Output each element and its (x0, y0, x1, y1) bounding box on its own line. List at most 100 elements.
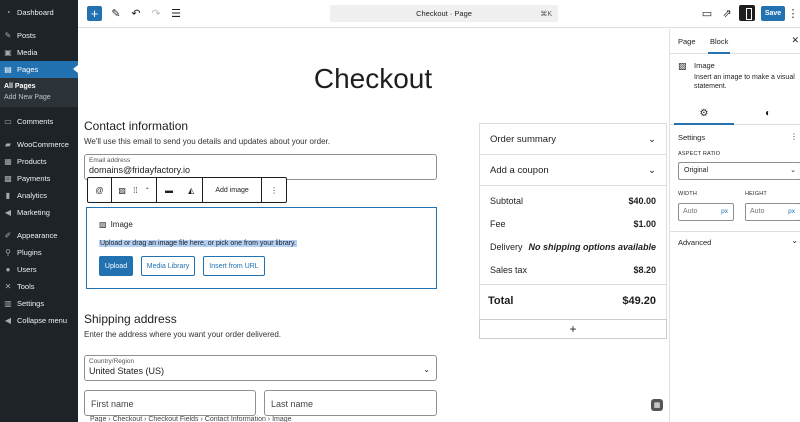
tab-block[interactable]: Block (707, 37, 731, 54)
triangle-icon[interactable]: ◭ (188, 186, 194, 195)
users-icon: ● (5, 265, 11, 274)
email-label: Email address (89, 157, 131, 164)
sidebar-item-users[interactable]: ● Users (0, 261, 78, 278)
width-input[interactable]: Auto px (678, 203, 734, 221)
delivery-row: Delivery No shipping options available (490, 242, 656, 252)
document-overview-icon[interactable]: ☰ (168, 5, 184, 21)
pages-submenu: All Pages Add New Page (0, 78, 78, 107)
width-label: WIDTH (678, 191, 698, 197)
sidebar-item-settings[interactable]: ▥ Settings (0, 295, 78, 312)
block-inserter-button[interactable]: + (87, 6, 102, 21)
settings-gear-icon[interactable]: ⚙ (674, 105, 734, 125)
settings-sidebar-toggle-icon[interactable] (739, 5, 755, 21)
first-name-field[interactable]: First name (84, 390, 256, 416)
block-breadcrumbs[interactable]: Page › Checkout › Checkout Fields › Cont… (78, 416, 668, 422)
settings-section-title[interactable]: Settings (678, 133, 705, 142)
submenu-add-new-page[interactable]: Add New Page (0, 92, 78, 103)
email-value: domains@fridayfactory.io (89, 165, 191, 175)
aspect-ratio-select[interactable]: Original ⌄ (678, 162, 800, 180)
add-coupon-toggle[interactable]: Add a coupon ⌄ (490, 165, 656, 176)
sidebar-item-appearance[interactable]: ✐ Appearance (0, 227, 78, 244)
sidebar-item-pages[interactable]: ▤ Pages (0, 61, 78, 78)
styles-contrast-icon[interactable]: ◐ (738, 105, 798, 121)
settings-icon: ▥ (4, 299, 12, 308)
sidebar-item-comments[interactable]: ▭ Comments (0, 113, 78, 130)
submenu-all-pages[interactable]: All Pages (0, 81, 78, 92)
editor-app: ◔ Dashboard ✎ Posts ▣ Media ▤ Pages All … (0, 0, 800, 422)
country-label: Country/Region (89, 358, 135, 365)
block-options-icon[interactable]: ⋮ (262, 178, 286, 202)
image-block-toolbar: @ ▨ ⁞⁞ ⌃ ▬ ◭ Add image ⋮ (87, 177, 287, 203)
block-mover: ▨ ⁞⁞ ⌃ (112, 178, 158, 202)
last-name-field[interactable]: Last name (264, 390, 437, 416)
chevron-down-icon: ⌄ (648, 134, 656, 145)
country-select[interactable]: Country/Region United States (US) ⌄ (84, 355, 437, 381)
tools-pencil-icon[interactable]: ✎ (108, 5, 124, 21)
save-button[interactable]: Save (761, 6, 785, 21)
plugin-icon: ⚲ (5, 248, 11, 257)
contact-section-title[interactable]: Contact information (84, 119, 188, 133)
close-icon[interactable]: ✕ (791, 35, 799, 46)
redo-icon[interactable]: ↷ (148, 5, 164, 21)
image-block-hint: Upload or drag an image file here, or pi… (99, 240, 297, 247)
sidebar-item-plugins[interactable]: ⚲ Plugins (0, 244, 78, 261)
fee-row: Fee $1.00 (490, 219, 656, 229)
height-label: HEIGHT (745, 191, 767, 197)
device-preview-icon[interactable]: ▭ (699, 5, 715, 21)
comment-icon: ▭ (4, 117, 12, 126)
document-title-bar[interactable]: Checkout · Page ⌘K (330, 5, 558, 22)
last-name-placeholder: Last name (271, 399, 314, 409)
upload-button[interactable]: Upload (99, 256, 133, 276)
add-image-button[interactable]: Add image (203, 178, 263, 202)
block-card-desc: Insert an image to make a visual stateme… (694, 74, 795, 90)
shipping-section-title[interactable]: Shipping address (84, 312, 177, 326)
country-value: United States (US) (89, 366, 165, 376)
editor-top-toolbar: + ✎ ↶ ↷ ☰ Checkout · Page ⌘K ▭ ⇗ Save ⋮ (78, 0, 800, 28)
view-page-external-icon[interactable]: ⇗ (719, 5, 735, 21)
sidebar-item-posts[interactable]: ✎ Posts (0, 27, 78, 44)
insert-from-url-button[interactable]: Insert from URL (203, 256, 265, 276)
analytics-icon: ▮ (5, 191, 11, 200)
block-inserter-fab-icon[interactable]: ▦ (651, 399, 663, 411)
sidebar-item-dashboard[interactable]: ◔ Dashboard (0, 4, 78, 21)
height-input[interactable]: Auto px (745, 203, 800, 221)
image-icon: ▨ (99, 220, 107, 229)
sidebar-item-payments[interactable]: ▩ Payments (0, 170, 78, 187)
shipping-section-desc[interactable]: Enter the address where you want your or… (84, 330, 281, 339)
page-title[interactable]: Checkout (78, 63, 668, 95)
undo-icon[interactable]: ↶ (128, 5, 144, 21)
sidebar-item-media[interactable]: ▣ Media (0, 44, 78, 61)
chevron-down-icon: ⌄ (790, 167, 796, 174)
sidebar-item-woocommerce[interactable]: ▰ WooCommerce (0, 136, 78, 153)
sidebar-collapse-menu[interactable]: ◀ Collapse menu (0, 312, 78, 329)
settings-panel: Page Block ✕ ▨ Image Insert an image to … (669, 29, 800, 422)
pin-icon: ✎ (4, 31, 12, 40)
options-menu-icon[interactable]: ⋮ (787, 5, 799, 21)
sidebar-item-tools[interactable]: ✕ Tools (0, 278, 78, 295)
media-library-button[interactable]: Media Library (141, 256, 195, 276)
contact-section-desc[interactable]: We'll use this email to send you details… (84, 137, 330, 146)
sidebar-item-marketing[interactable]: ◀ Marketing (0, 204, 78, 221)
chevron-down-icon: ⌄ (423, 365, 430, 374)
advanced-section-toggle[interactable]: Advanced (678, 238, 711, 247)
drag-handle-icon[interactable]: ⁞⁞ (133, 186, 137, 195)
sidebar-item-products[interactable]: ▦ Products (0, 153, 78, 170)
media-icon: ▣ (4, 48, 12, 57)
megaphone-icon: ◀ (4, 208, 12, 217)
tab-page[interactable]: Page (678, 37, 696, 46)
image-placeholder-block[interactable]: ▨ Image Upload or drag an image file her… (86, 207, 437, 289)
block-type-at-icon[interactable]: @ (88, 178, 112, 202)
align-icon[interactable]: ▬ (165, 186, 173, 195)
dashboard-icon: ◔ (5, 8, 11, 17)
collapse-icon: ◀ (4, 316, 12, 325)
move-up-down-icon[interactable]: ⌃ (145, 187, 150, 194)
settings-options-icon[interactable]: ⋮ (790, 132, 798, 141)
sidebar-item-analytics[interactable]: ▮ Analytics (0, 187, 78, 204)
pages-icon: ▤ (4, 65, 12, 74)
width-unit[interactable]: px (721, 208, 728, 215)
order-summary-header[interactable]: Order summary ⌄ (490, 134, 656, 145)
image-block-icon[interactable]: ▨ (118, 186, 126, 195)
image-icon: ▨ (678, 61, 687, 71)
add-block-plus-button[interactable]: + (479, 319, 667, 339)
height-unit[interactable]: px (788, 208, 795, 215)
